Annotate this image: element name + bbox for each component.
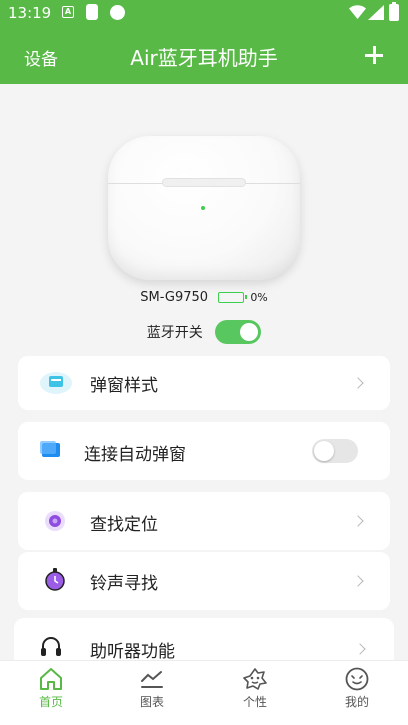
case-lid-notch	[162, 178, 246, 187]
add-icon[interactable]	[360, 41, 388, 69]
chevron-right-icon	[352, 515, 364, 527]
toggle-knob	[240, 323, 259, 341]
nav-label-profile: 我的	[344, 695, 369, 709]
menu-label-hearing-aid: 助听器功能	[90, 642, 175, 662]
status-led	[201, 206, 205, 210]
menu-item-popup-style[interactable]: 弹窗样式	[18, 356, 390, 410]
nav-personalize[interactable]: 个性	[220, 667, 290, 710]
personalize-icon	[243, 668, 267, 690]
bluetooth-label: 蓝牙开关	[146, 325, 203, 341]
bluetooth-row: 蓝牙开关	[0, 320, 408, 344]
headset-icon	[41, 637, 61, 656]
menu-item-ring-find[interactable]: 铃声寻找	[18, 552, 390, 610]
wifi-icon	[349, 5, 366, 19]
bluetooth-toggle[interactable]	[215, 320, 262, 344]
locate-icon	[45, 511, 65, 531]
device-model: SM-G9750	[140, 290, 209, 305]
menu-label-ring-find: 铃声寻找	[90, 574, 158, 594]
battery-status-icon	[389, 2, 399, 21]
battery-icon	[218, 292, 248, 303]
chevron-right-icon	[352, 575, 364, 587]
menu-item-find-location[interactable]: 查找定位	[18, 492, 390, 550]
app-header: 设备 Air蓝牙耳机助手	[0, 28, 408, 84]
nav-profile[interactable]: 我的	[322, 667, 392, 710]
circle-notification-icon	[110, 5, 125, 20]
a-notification-icon: A	[62, 6, 74, 18]
bottom-nav: 首页 图表 个性 我的	[0, 660, 408, 725]
airpods-case-image	[108, 136, 300, 280]
nav-label-chart: 图表	[139, 695, 164, 709]
home-icon	[40, 668, 62, 690]
window-icon	[40, 441, 60, 457]
menu-label-popup-style: 弹窗样式	[90, 376, 158, 396]
nav-label-personalize: 个性	[242, 695, 267, 709]
signal-icon	[368, 5, 384, 20]
device-info: SM-G9750 0%	[0, 290, 408, 305]
menu-label-auto-popup: 连接自动弹窗	[84, 445, 186, 465]
menu-label-find-location: 查找定位	[90, 515, 158, 535]
alarm-clock-icon	[45, 568, 65, 591]
menu-item-auto-popup[interactable]: 连接自动弹窗	[18, 422, 390, 480]
nav-label-home: 首页	[38, 695, 63, 709]
profile-icon	[345, 667, 369, 691]
status-time: 13:19	[8, 4, 52, 22]
chevron-right-icon	[352, 377, 364, 389]
popup-window-icon	[40, 372, 72, 394]
file-notification-icon	[86, 4, 98, 20]
chart-icon	[141, 671, 163, 688]
auto-popup-toggle[interactable]	[312, 439, 358, 463]
toggle-knob	[314, 441, 334, 461]
chevron-right-icon	[354, 643, 366, 655]
nav-home[interactable]: 首页	[16, 667, 86, 710]
nav-chart[interactable]: 图表	[117, 667, 187, 710]
page-title: Air蓝牙耳机助手	[130, 46, 278, 70]
battery-percent: 0%	[250, 291, 268, 304]
status-bar: 13:19 A	[0, 0, 408, 28]
